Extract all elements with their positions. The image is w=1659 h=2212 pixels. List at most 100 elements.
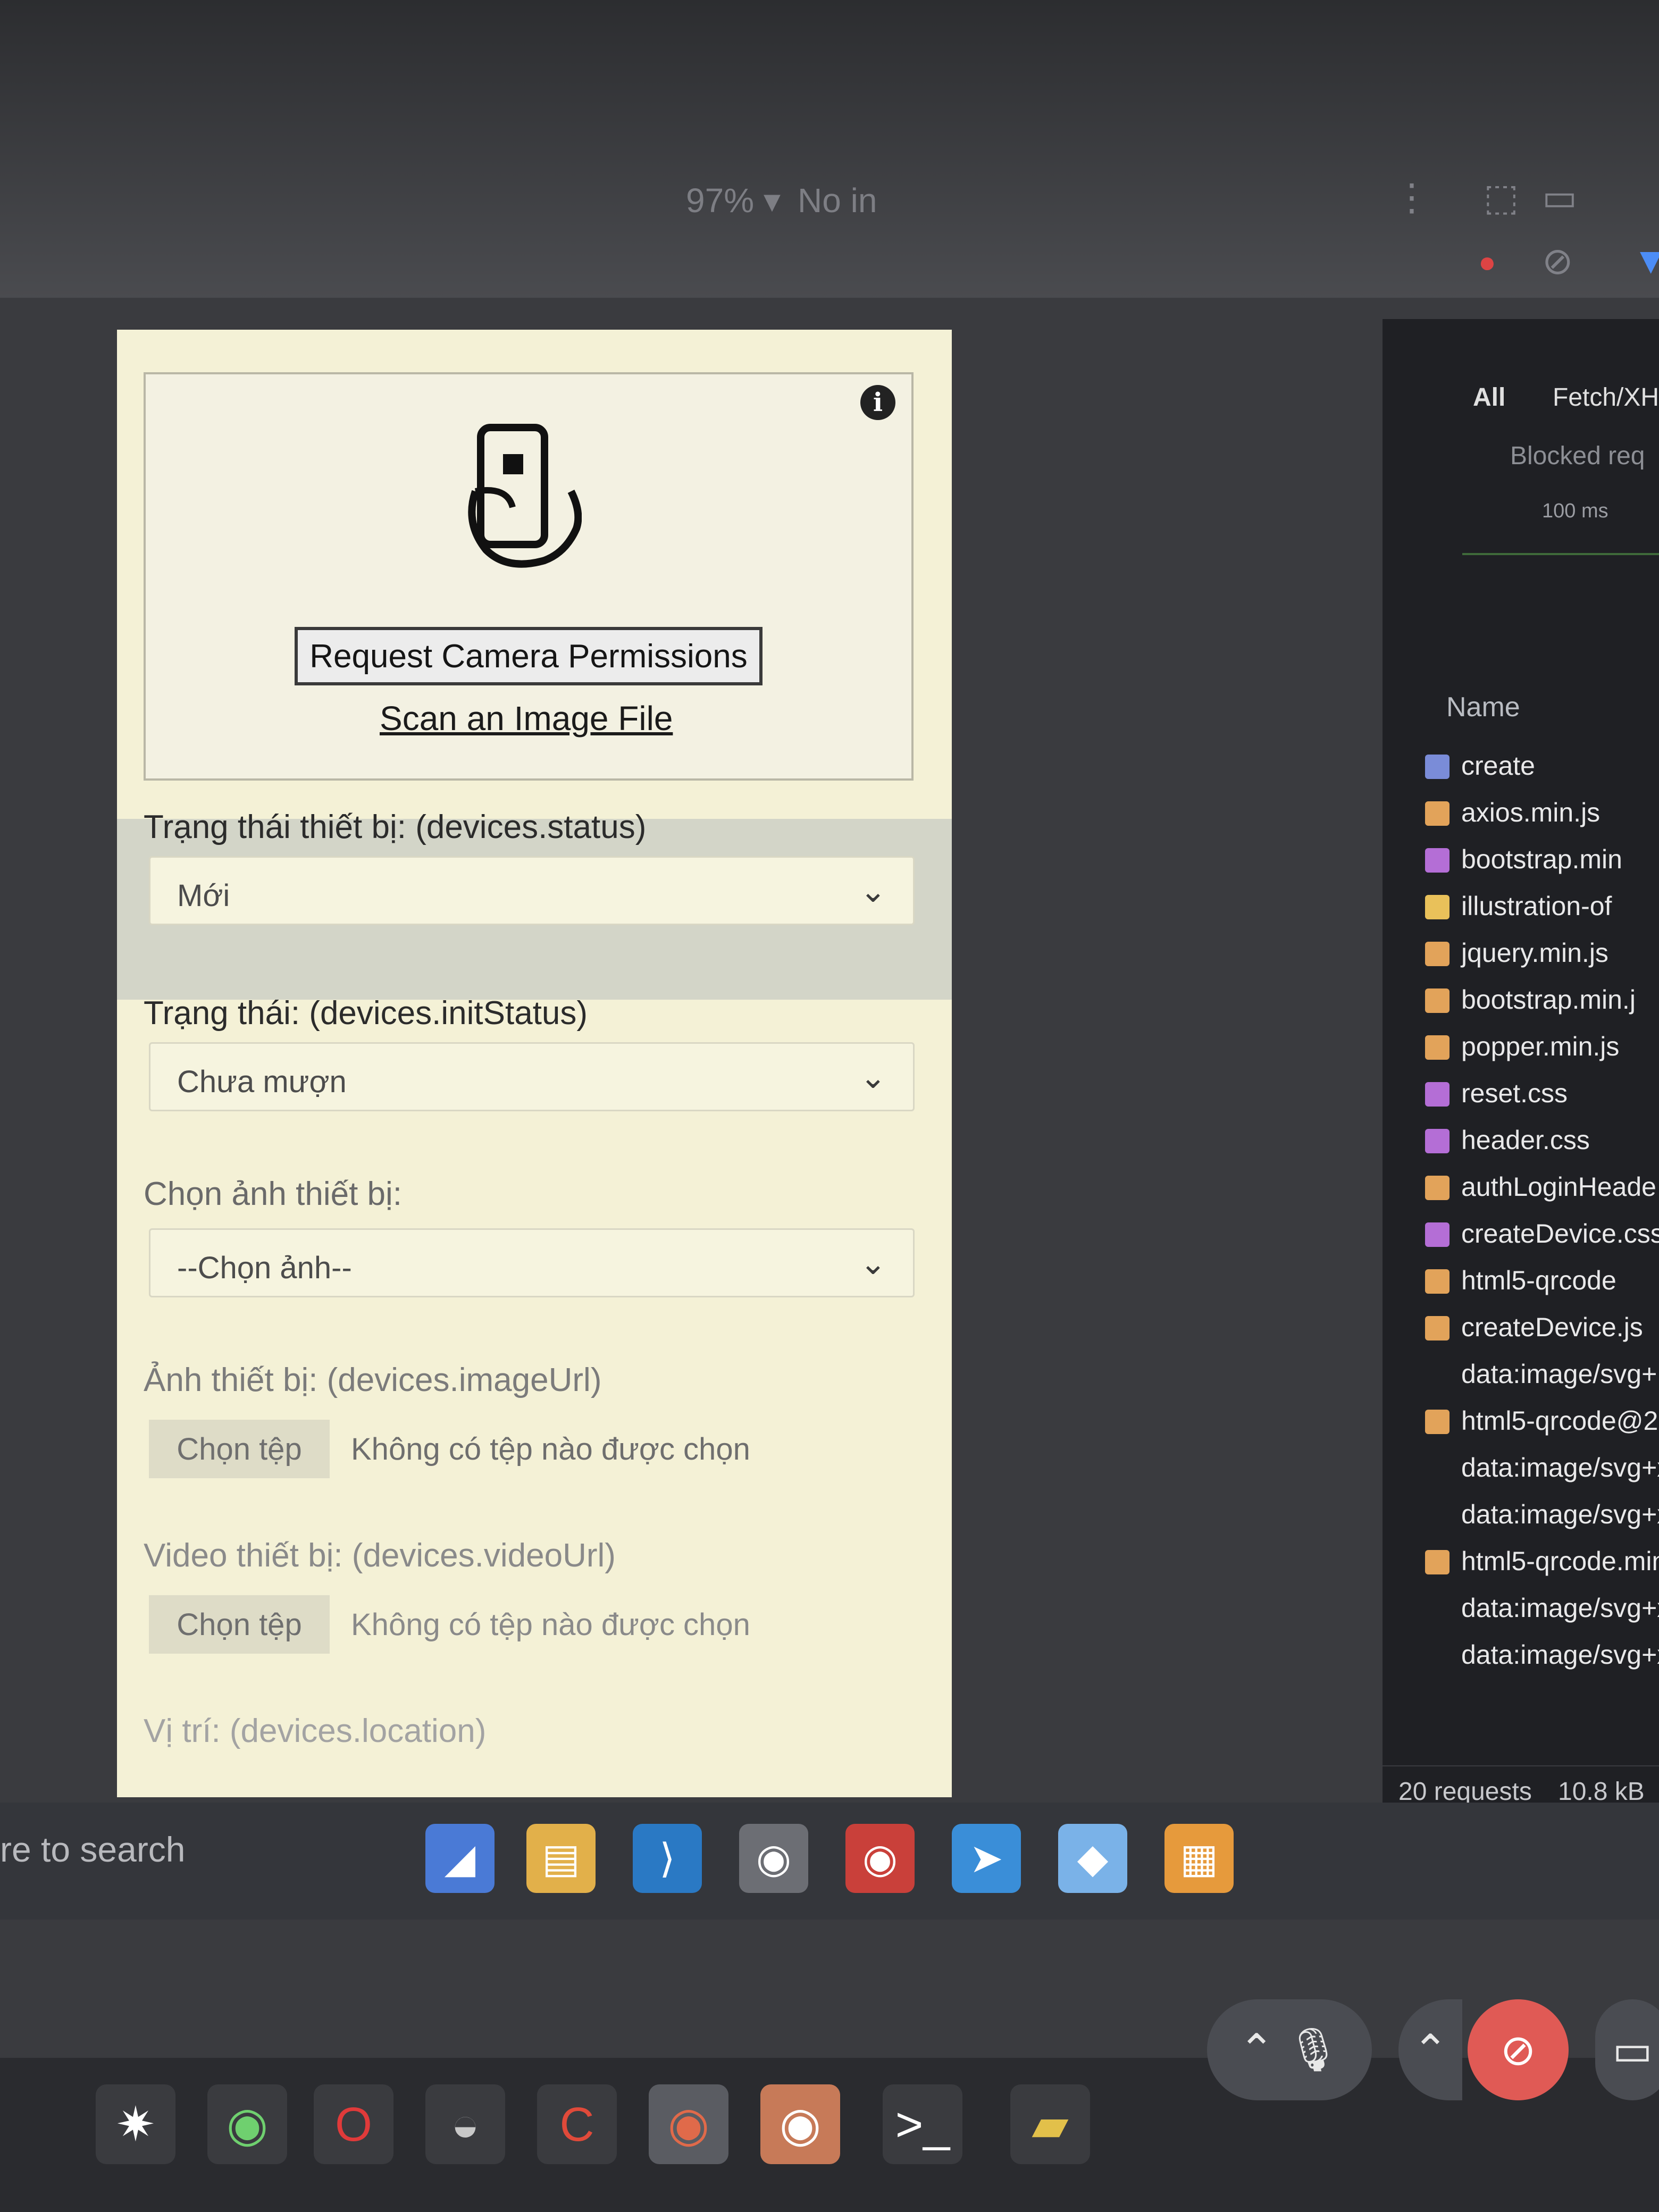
filter-all[interactable]: All bbox=[1473, 383, 1505, 412]
network-request-row[interactable]: authLoginHeade bbox=[1425, 1166, 1656, 1208]
network-request-row[interactable]: axios.min.js bbox=[1425, 791, 1600, 834]
zoom-level[interactable]: 97% ▾ bbox=[686, 181, 781, 221]
app-icon[interactable]: ◉ bbox=[207, 2084, 287, 2164]
request-name: popper.min.js bbox=[1461, 1032, 1620, 1061]
request-name: data:image/svg+ bbox=[1461, 1359, 1657, 1389]
font-selector[interactable]: No in bbox=[798, 181, 877, 220]
devtools-network-panel: All Fetch/XH Blocked req 100 ms Name cre… bbox=[1382, 319, 1659, 1872]
file-type-icon bbox=[1425, 1363, 1449, 1387]
inspect-icon[interactable]: ⬚ bbox=[1484, 175, 1519, 219]
network-request-row[interactable]: data:image/svg+ bbox=[1425, 1353, 1657, 1395]
file-type-icon bbox=[1425, 1503, 1449, 1528]
request-name: bootstrap.min bbox=[1461, 844, 1622, 874]
file-type-icon bbox=[1425, 1316, 1449, 1340]
init-status-label: Trạng thái: (devices.initStatus) bbox=[144, 995, 588, 1032]
network-request-row[interactable]: header.css bbox=[1425, 1119, 1590, 1161]
init-status-select[interactable]: Chưa mượn ⌄ bbox=[149, 1042, 915, 1111]
app-icon[interactable]: ◢ bbox=[425, 1824, 495, 1893]
device-status-select[interactable]: Mới ⌄ bbox=[149, 856, 915, 925]
request-name: data:image/svg+x bbox=[1461, 1499, 1659, 1529]
video-url-label: Video thiết bị: (devices.videoUrl) bbox=[144, 1537, 616, 1574]
network-request-row[interactable]: data:image/svg+xm bbox=[1425, 1633, 1659, 1676]
choose-image-select[interactable]: --Chọn ảnh-- ⌄ bbox=[149, 1228, 915, 1297]
record-icon[interactable]: ● bbox=[1478, 245, 1496, 279]
network-request-row[interactable]: html5-qrcode.min. bbox=[1425, 1540, 1659, 1582]
captions-icon[interactable]: ▭ bbox=[1595, 1999, 1659, 2100]
choose-image-label: Chọn ảnh thiết bị: bbox=[144, 1176, 403, 1212]
name-column-header[interactable]: Name bbox=[1446, 691, 1520, 723]
chrome-icon[interactable]: ◉ bbox=[760, 2084, 840, 2164]
vscode-icon[interactable]: ⟩ bbox=[633, 1824, 702, 1893]
telegram-icon[interactable]: ➤ bbox=[952, 1824, 1021, 1893]
timeline-bar bbox=[1462, 553, 1659, 555]
more-vert-icon[interactable]: ⋮ bbox=[1393, 175, 1430, 219]
chevron-down-icon: ⌄ bbox=[859, 873, 886, 909]
file-type-icon bbox=[1425, 1176, 1449, 1200]
image-file-input[interactable]: Chọn tệp Không có tệp nào được chọn bbox=[149, 1414, 915, 1484]
file-explorer-icon[interactable]: ▤ bbox=[526, 1824, 596, 1893]
file-type-icon bbox=[1425, 1269, 1449, 1294]
app-icon[interactable]: ◒ bbox=[425, 2084, 505, 2164]
app-icon[interactable]: ◆ bbox=[1058, 1824, 1127, 1893]
qr-scanner-popup: i Request Camera Permissions Scan an Ima… bbox=[117, 330, 952, 1797]
scan-image-file-link[interactable]: Scan an Image File bbox=[380, 699, 673, 738]
request-count: 20 requests bbox=[1398, 1778, 1532, 1806]
blocked-requests-toggle[interactable]: Blocked req bbox=[1510, 441, 1645, 471]
choose-video-file-button[interactable]: Chọn tệp bbox=[149, 1595, 330, 1654]
network-request-row[interactable]: data:image/svg+xr bbox=[1425, 1587, 1659, 1629]
device-toolbar-icon[interactable]: ▭ bbox=[1542, 175, 1577, 219]
choose-image-value: --Chọn ảnh-- bbox=[177, 1251, 352, 1285]
choose-image-file-button[interactable]: Chọn tệp bbox=[149, 1420, 330, 1478]
device-status-value: Mới bbox=[177, 878, 230, 913]
network-request-row[interactable]: data:image/svg+x bbox=[1425, 1446, 1659, 1489]
terminal-icon[interactable]: >_ bbox=[883, 2084, 962, 2164]
filter-icon[interactable]: ▼ bbox=[1632, 239, 1659, 282]
app-icon[interactable]: ✷ bbox=[96, 2084, 175, 2164]
network-request-row[interactable]: createDevice.js bbox=[1425, 1306, 1643, 1348]
video-file-input[interactable]: Chọn tệp Không có tệp nào được chọn bbox=[149, 1590, 915, 1659]
request-name: data:image/svg+xm bbox=[1461, 1640, 1659, 1670]
network-request-row[interactable]: create bbox=[1425, 744, 1535, 787]
chrome-icon[interactable]: ◉ bbox=[845, 1824, 915, 1893]
app-icon[interactable]: ▦ bbox=[1164, 1824, 1234, 1893]
taskbar-search[interactable]: re to search bbox=[0, 1829, 186, 1870]
request-name: data:image/svg+xr bbox=[1461, 1593, 1659, 1623]
network-request-row[interactable]: illustration-of bbox=[1425, 885, 1612, 927]
camera-off-icon[interactable]: ⊘ bbox=[1468, 1999, 1569, 2100]
file-type-icon bbox=[1425, 942, 1449, 966]
network-request-row[interactable]: reset.css bbox=[1425, 1072, 1568, 1115]
file-type-icon bbox=[1425, 1222, 1449, 1247]
network-request-row[interactable]: bootstrap.min.j bbox=[1425, 978, 1636, 1021]
microphone-control[interactable]: ⌃ 🎙 bbox=[1207, 1999, 1372, 2100]
request-name: html5-qrcode bbox=[1461, 1266, 1616, 1295]
file-type-icon bbox=[1425, 1129, 1449, 1153]
request-name: axios.min.js bbox=[1461, 798, 1601, 827]
chrome-icon[interactable]: ◉ bbox=[649, 2084, 728, 2164]
network-request-row[interactable]: data:image/svg+x bbox=[1425, 1493, 1659, 1536]
opera-icon[interactable]: O bbox=[314, 2084, 393, 2164]
image-file-status: Không có tệp nào được chọn bbox=[351, 1432, 750, 1467]
info-icon[interactable]: i bbox=[860, 385, 895, 420]
file-type-icon bbox=[1425, 1644, 1449, 1668]
location-label: Vị trí: (devices.location) bbox=[144, 1713, 487, 1749]
folder-icon[interactable]: ▰ bbox=[1010, 2084, 1090, 2164]
request-name: data:image/svg+x bbox=[1461, 1453, 1659, 1482]
network-request-row[interactable]: bootstrap.min bbox=[1425, 838, 1622, 881]
chrome-icon[interactable]: ◉ bbox=[739, 1824, 808, 1893]
network-request-row[interactable]: jquery.min.js bbox=[1425, 932, 1608, 974]
qr-reader: i Request Camera Permissions Scan an Ima… bbox=[144, 372, 914, 781]
request-name: html5-qrcode@2. bbox=[1461, 1406, 1659, 1436]
filter-fetch[interactable]: Fetch/XH bbox=[1553, 383, 1659, 412]
network-request-row[interactable]: html5-qrcode bbox=[1425, 1259, 1616, 1302]
request-name: createDevice.js bbox=[1461, 1312, 1643, 1342]
app-icon[interactable]: C bbox=[537, 2084, 617, 2164]
request-name: createDevice.css bbox=[1461, 1219, 1659, 1249]
file-type-icon bbox=[1425, 801, 1449, 826]
clear-icon[interactable]: ⊘ bbox=[1542, 239, 1573, 283]
network-request-row[interactable]: createDevice.css bbox=[1425, 1212, 1659, 1255]
network-request-row[interactable]: popper.min.js bbox=[1425, 1025, 1619, 1068]
request-name: header.css bbox=[1461, 1125, 1590, 1155]
request-name: authLoginHeade bbox=[1461, 1172, 1656, 1202]
network-request-row[interactable]: html5-qrcode@2. bbox=[1425, 1400, 1659, 1442]
request-camera-permissions-button[interactable]: Request Camera Permissions bbox=[295, 627, 763, 685]
